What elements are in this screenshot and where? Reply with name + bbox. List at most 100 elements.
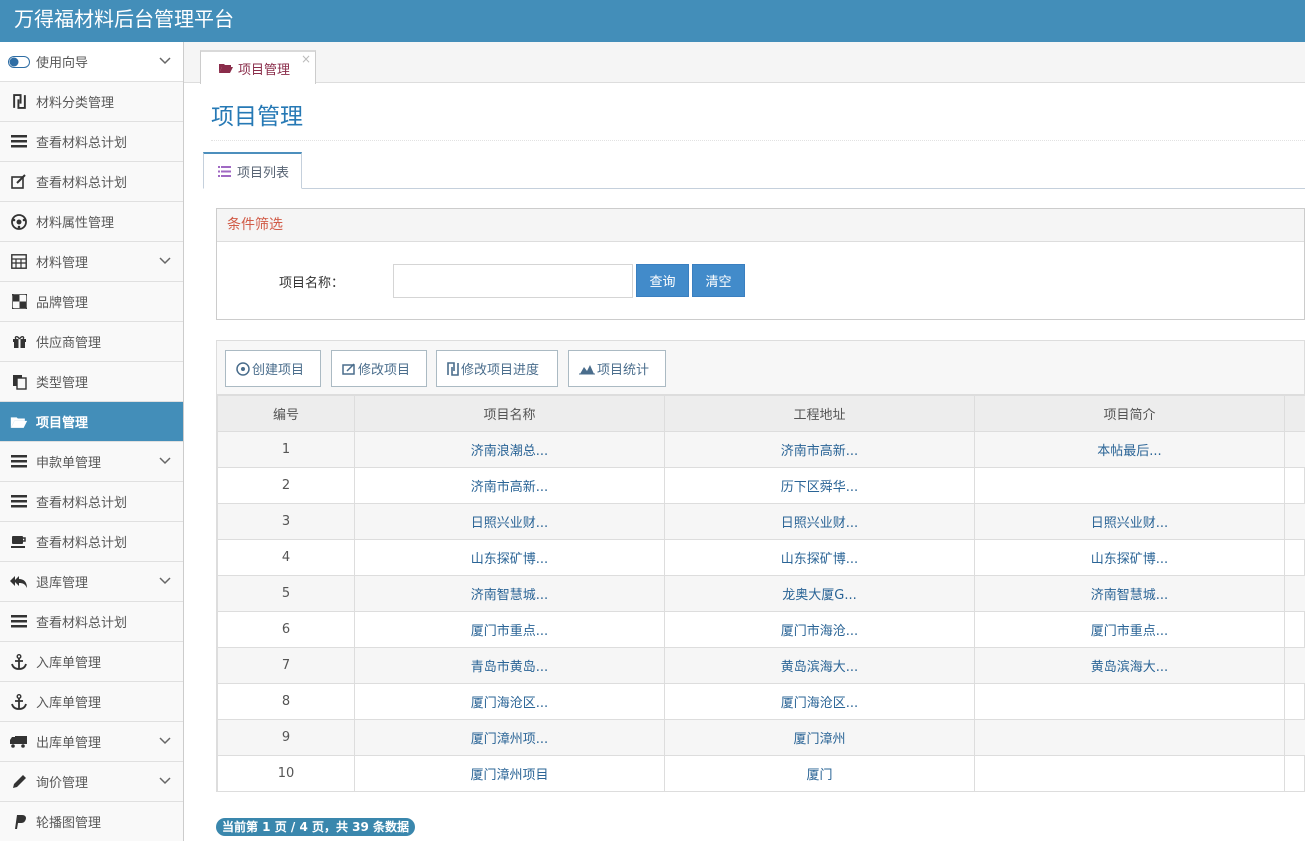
cell-intro[interactable]: 黄岛滨海大... bbox=[974, 647, 1285, 684]
chevron-down-icon[interactable] bbox=[159, 734, 171, 749]
cell-address[interactable]: 厦门海沧区... bbox=[664, 683, 975, 720]
sidebar-item-5[interactable]: 材料管理 bbox=[0, 242, 183, 282]
sidebar-item-12[interactable]: 查看材料总计划 bbox=[0, 522, 183, 562]
project-name-input[interactable] bbox=[393, 264, 633, 298]
col-header-address[interactable]: 工程地址 bbox=[664, 395, 975, 432]
cell-address[interactable]: 厦门 bbox=[664, 755, 975, 792]
cell-intro[interactable]: 山东探矿博... bbox=[974, 539, 1285, 576]
project-stats-button[interactable]: 项目统计 bbox=[568, 350, 666, 387]
folder-open-icon bbox=[219, 64, 233, 73]
col-header-name[interactable]: 项目名称 bbox=[354, 395, 665, 432]
close-icon[interactable]: × bbox=[301, 52, 311, 66]
sidebar-item-1[interactable]: 材料分类管理 bbox=[0, 82, 183, 122]
sidebar-item-4[interactable]: 材料属性管理 bbox=[0, 202, 183, 242]
sidebar-item-17[interactable]: 出库单管理 bbox=[0, 722, 183, 762]
subtab-label: 项目列表 bbox=[237, 165, 290, 181]
sidebar-item-10[interactable]: 申款单管理 bbox=[0, 442, 183, 482]
page-title: 项目管理 bbox=[211, 104, 303, 130]
reply-all-icon bbox=[4, 572, 34, 592]
table-row[interactable]: 7 青岛市黄岛... 黄岛滨海大... 黄岛滨海大... bbox=[217, 647, 1305, 684]
sidebar-item-8[interactable]: 类型管理 bbox=[0, 362, 183, 402]
cell-address[interactable]: 山东探矿博... bbox=[664, 539, 975, 576]
chevron-down-icon[interactable] bbox=[159, 254, 171, 269]
table-row[interactable]: 9 厦门漳州项... 厦门漳州 bbox=[217, 719, 1305, 756]
table-row[interactable]: 1 济南浪潮总... 济南市高新... 本帖最后... bbox=[217, 431, 1305, 468]
cell-intro[interactable]: 日照兴业财... bbox=[974, 503, 1285, 540]
sidebar-item-label: 项目管理 bbox=[36, 416, 89, 431]
cell-intro[interactable] bbox=[974, 719, 1285, 756]
subtab-bar: 项目列表 bbox=[203, 152, 1305, 189]
col-header-intro[interactable]: 项目简介 bbox=[974, 395, 1285, 432]
table-row[interactable]: 2 济南市高新... 历下区舜华... bbox=[217, 467, 1305, 504]
sidebar-item-2[interactable]: 查看材料总计划 bbox=[0, 122, 183, 162]
create-project-button[interactable]: 创建项目 bbox=[225, 350, 321, 387]
list-icon bbox=[4, 132, 34, 152]
edit-project-button[interactable]: 修改项目 bbox=[331, 350, 427, 387]
cell-project-name[interactable]: 济南智慧城... bbox=[354, 575, 665, 612]
cell-intro[interactable]: 济南智慧城... bbox=[974, 575, 1285, 612]
cell-project-name[interactable]: 厦门漳州项目 bbox=[354, 755, 665, 792]
anchor-icon bbox=[4, 692, 34, 712]
sidebar-item-19[interactable]: 轮播图管理 bbox=[0, 802, 183, 841]
sidebar-item-6[interactable]: 品牌管理 bbox=[0, 282, 183, 322]
soccer-ball-icon bbox=[4, 212, 34, 232]
cell-intro[interactable] bbox=[974, 683, 1285, 720]
cell-project-name[interactable]: 济南浪潮总... bbox=[354, 431, 665, 468]
cell-address[interactable]: 黄岛滨海大... bbox=[664, 647, 975, 684]
tab-project-management[interactable]: 项目管理 × bbox=[200, 50, 316, 84]
list-icon bbox=[4, 612, 34, 632]
cell-address[interactable]: 厦门市海沧... bbox=[664, 611, 975, 648]
tab-project-list[interactable]: 项目列表 bbox=[203, 152, 302, 189]
edit-progress-button[interactable]: 修改项目进度 bbox=[436, 350, 558, 387]
table-row[interactable]: 5 济南智慧城... 龙奥大厦G... 济南智慧城... bbox=[217, 575, 1305, 612]
cell-intro[interactable] bbox=[974, 467, 1285, 504]
cell-project-name[interactable]: 山东探矿博... bbox=[354, 539, 665, 576]
cell-intro[interactable] bbox=[974, 755, 1285, 792]
app-title: 万得福材料后台管理平台 bbox=[14, 7, 234, 31]
cell-address[interactable]: 厦门漳州 bbox=[664, 719, 975, 756]
clear-button[interactable]: 清空 bbox=[692, 264, 745, 297]
sidebar-item-11[interactable]: 查看材料总计划 bbox=[0, 482, 183, 522]
filter-panel: 条件筛选 项目名称： 查询 清空 bbox=[216, 208, 1305, 320]
divider bbox=[211, 140, 1305, 141]
sidebar-item-3[interactable]: 查看材料总计划 bbox=[0, 162, 183, 202]
cell-project-name[interactable]: 济南市高新... bbox=[354, 467, 665, 504]
sidebar-item-label: 入库单管理 bbox=[36, 696, 102, 711]
cell-address[interactable]: 济南市高新... bbox=[664, 431, 975, 468]
cell-id: 3 bbox=[217, 503, 355, 540]
cell-project-name[interactable]: 厦门市重点... bbox=[354, 611, 665, 648]
table-row[interactable]: 10 厦门漳州项目 厦门 bbox=[217, 755, 1305, 792]
table-row[interactable]: 3 日照兴业财... 日照兴业财... 日照兴业财... bbox=[217, 503, 1305, 540]
cell-address[interactable]: 历下区舜华... bbox=[664, 467, 975, 504]
query-button[interactable]: 查询 bbox=[636, 264, 689, 297]
chevron-down-icon[interactable] bbox=[159, 574, 171, 589]
sidebar-item-13[interactable]: 退库管理 bbox=[0, 562, 183, 602]
sidebar-item-label: 入库单管理 bbox=[36, 656, 102, 671]
cell-address[interactable]: 日照兴业财... bbox=[664, 503, 975, 540]
cell-project-name[interactable]: 青岛市黄岛... bbox=[354, 647, 665, 684]
sidebar-item-18[interactable]: 询价管理 bbox=[0, 762, 183, 802]
cell-project-name[interactable]: 日照兴业财... bbox=[354, 503, 665, 540]
cell-intro[interactable]: 本帖最后... bbox=[974, 431, 1285, 468]
sidebar-item-14[interactable]: 查看材料总计划 bbox=[0, 602, 183, 642]
shekel-icon bbox=[4, 92, 34, 112]
chevron-down-icon[interactable] bbox=[159, 54, 171, 69]
sidebar-item-15[interactable]: 入库单管理 bbox=[0, 642, 183, 682]
list-icon bbox=[218, 165, 231, 177]
table-row[interactable]: 6 厦门市重点... 厦门市海沧... 厦门市重点... bbox=[217, 611, 1305, 648]
sidebar-item-9[interactable]: 项目管理 bbox=[0, 402, 183, 442]
sidebar-item-16[interactable]: 入库单管理 bbox=[0, 682, 183, 722]
table-row[interactable]: 4 山东探矿博... 山东探矿博... 山东探矿博... bbox=[217, 539, 1305, 576]
chevron-down-icon[interactable] bbox=[159, 454, 171, 469]
cell-intro[interactable]: 厦门市重点... bbox=[974, 611, 1285, 648]
table-row[interactable]: 8 厦门海沧区... 厦门海沧区... bbox=[217, 683, 1305, 720]
sidebar-item-0[interactable]: 使用向导 bbox=[0, 42, 183, 82]
copy-icon bbox=[4, 372, 34, 392]
cell-address[interactable]: 龙奥大厦G... bbox=[664, 575, 975, 612]
shekel-icon bbox=[447, 361, 459, 376]
sidebar-item-7[interactable]: 供应商管理 bbox=[0, 322, 183, 362]
col-header-id[interactable]: 编号 bbox=[217, 395, 355, 432]
cell-project-name[interactable]: 厦门漳州项... bbox=[354, 719, 665, 756]
cell-project-name[interactable]: 厦门海沧区... bbox=[354, 683, 665, 720]
chevron-down-icon[interactable] bbox=[159, 774, 171, 789]
